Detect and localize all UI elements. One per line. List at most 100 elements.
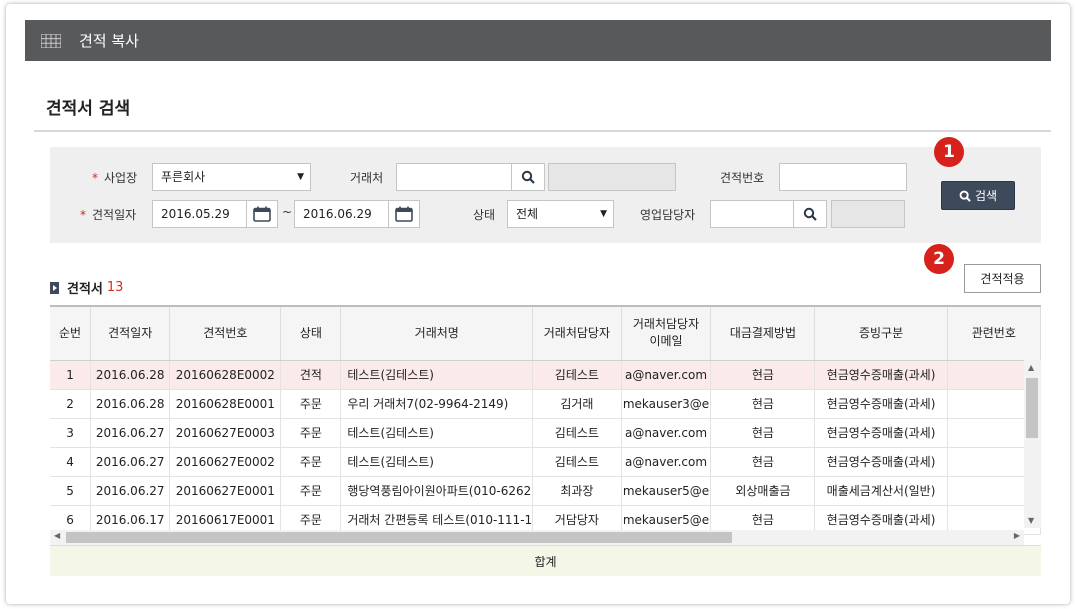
table-cell: 20160627E0002 <box>169 447 282 477</box>
table-cell: 2 <box>50 389 92 419</box>
required-marker: * <box>80 208 86 222</box>
sales-rep-label: 영업담당자 <box>640 208 696 222</box>
list-count: 13 <box>106 280 124 295</box>
table-cell: 견적 <box>280 360 342 390</box>
table-row[interactable]: 2 2016.06.28 20160628E0001 주문 우리 거래처7(02-996… <box>50 389 1041 419</box>
column-header[interactable]: 증빙구분 <box>814 307 948 361</box>
table-cell: 현금영수증매출(과세) <box>814 447 948 477</box>
table-cell: 1 <box>50 360 92 390</box>
table-cell: 2016.06.27 <box>90 418 171 448</box>
table-cell: 현금영수증매출(과세) <box>814 360 948 390</box>
calendar-icon <box>253 206 271 222</box>
table-cell: 테스트(김테스트) <box>340 418 534 448</box>
window-title: 견적 복사 <box>79 32 139 50</box>
date-from-calendar-button[interactable] <box>246 200 278 228</box>
column-header[interactable]: 견적번호 <box>169 307 282 361</box>
business-select[interactable]: 푸른회사 ▼ <box>152 163 311 191</box>
table-cell: 테스트(김테스트) <box>340 360 534 390</box>
estimate-table: 순번 견적일자 견적번호 상태 거래처명 거래처담당자 거래처담당자 이메일 대금결제방법 증빙… <box>50 307 1041 535</box>
grid-icon <box>41 33 61 48</box>
table-cell: 2016.06.28 <box>90 389 171 419</box>
table-cell: 5 <box>50 476 92 506</box>
search-panel <box>50 147 1041 243</box>
table-cell: 김테스트 <box>532 418 622 448</box>
table-cell: 주문 <box>280 447 342 477</box>
table-cell: 현금 <box>710 447 816 477</box>
list-title: 견적서 13 <box>50 278 123 297</box>
table-cell: 김거래 <box>532 389 622 419</box>
table-cell: 20160628E0001 <box>169 389 282 419</box>
calendar-icon <box>395 206 413 222</box>
column-header[interactable]: 상태 <box>280 307 342 361</box>
date-to-input[interactable]: 2016.06.29 <box>294 200 389 228</box>
column-header[interactable]: 관련번호 <box>947 307 1041 361</box>
table-cell: 20160628E0002 <box>169 360 282 390</box>
table-cell: 주문 <box>280 389 342 419</box>
table-cell: 2016.06.27 <box>90 447 171 477</box>
search-button[interactable]: 검색 <box>941 181 1015 210</box>
list-title-text: 견적서 <box>67 282 103 297</box>
table-cell: 테스트(김테스트) <box>340 447 534 477</box>
client-input[interactable] <box>396 163 512 191</box>
table-cell: 최과장 <box>532 476 622 506</box>
apply-estimate-button[interactable]: 견적적용 <box>964 264 1041 293</box>
column-header[interactable]: 순번 <box>50 307 92 361</box>
scroll-right-icon[interactable]: ▶ <box>1014 531 1020 540</box>
table-cell: 행당역풍림아이원아파트(010-6262 <box>340 476 534 506</box>
table-cell: a@naver.com <box>621 447 712 477</box>
table-cell: 20160627E0001 <box>169 476 282 506</box>
column-header[interactable]: 견적일자 <box>90 307 171 361</box>
date-to-calendar-button[interactable] <box>388 200 420 228</box>
summary-row: 합계 <box>50 545 1041 576</box>
scroll-down-icon[interactable]: ▼ <box>1028 516 1034 525</box>
scroll-up-icon[interactable]: ▲ <box>1028 363 1034 372</box>
client-search-button[interactable] <box>511 163 545 191</box>
horizontal-scrollbar[interactable]: ◀ ▶ <box>50 530 1024 545</box>
vertical-scroll-thumb[interactable] <box>1026 378 1038 438</box>
sales-rep-input[interactable] <box>710 200 794 228</box>
table-header-row: 순번 견적일자 견적번호 상태 거래처명 거래처담당자 거래처담당자 이메일 대금결제방법 증빙… <box>50 307 1041 361</box>
vertical-scrollbar[interactable]: ▲ ▼ <box>1024 360 1041 528</box>
business-label: * 사업장 <box>92 171 138 185</box>
sales-rep-search-button[interactable] <box>793 200 827 228</box>
table-row[interactable]: 3 2016.06.27 20160627E0003 주문 테스트(김테스트) 김테스트 a… <box>50 418 1041 448</box>
step-badge-1: 1 <box>934 137 964 167</box>
table-cell: 20160627E0003 <box>169 418 282 448</box>
table-cell: 2016.06.28 <box>90 360 171 390</box>
table-row[interactable]: 5 2016.06.27 20160627E0001 주문 행당역풍림아이원아파트(01… <box>50 476 1041 506</box>
column-header[interactable]: 거래처담당자 <box>532 307 622 361</box>
horizontal-scroll-thumb[interactable] <box>66 532 732 543</box>
search-icon <box>803 207 817 221</box>
status-select[interactable]: 전체 ▼ <box>507 200 614 228</box>
section-title: 견적서 검색 <box>46 99 131 119</box>
date-range-separator: ~ <box>282 205 293 219</box>
date-from-input[interactable]: 2016.05.29 <box>152 200 247 228</box>
client-label: 거래처 <box>350 171 384 185</box>
estimate-table-wrapper: 순번 견적일자 견적번호 상태 거래처명 거래처담당자 거래처담당자 이메일 대금결제방법 증빙… <box>50 305 1041 547</box>
table-cell: 우리 거래처7(02-9964-2149) <box>340 389 534 419</box>
required-marker: * <box>92 171 98 185</box>
table-cell: a@naver.com <box>621 418 712 448</box>
search-icon <box>959 190 971 202</box>
search-icon <box>521 170 535 184</box>
table-cell: 현금영수증매출(과세) <box>814 389 948 419</box>
sales-rep-name-display <box>831 200 905 228</box>
status-select-value: 전체 <box>516 207 539 221</box>
table-cell: 김테스트 <box>532 360 622 390</box>
table-cell: 김테스트 <box>532 447 622 477</box>
table-cell: 주문 <box>280 476 342 506</box>
dropdown-arrow-icon: ▼ <box>297 172 304 182</box>
estimate-no-input[interactable] <box>779 163 907 191</box>
status-label: 상태 <box>473 208 496 222</box>
column-header[interactable]: 대금결제방법 <box>710 307 816 361</box>
dropdown-arrow-icon: ▼ <box>600 209 607 219</box>
table-row[interactable]: 4 2016.06.27 20160627E0002 주문 테스트(김테스트) 김테스트 a… <box>50 447 1041 477</box>
table-cell: 2016.06.27 <box>90 476 171 506</box>
column-header[interactable]: 거래처명 <box>340 307 534 361</box>
table-cell: 4 <box>50 447 92 477</box>
client-name-display <box>548 163 676 191</box>
column-header[interactable]: 거래처담당자 이메일 <box>621 307 712 361</box>
table-cell: 3 <box>50 418 92 448</box>
scroll-left-icon[interactable]: ◀ <box>54 531 60 540</box>
table-row[interactable]: 1 2016.06.28 20160628E0002 견적 테스트(김테스트) 김테스트 a… <box>50 360 1041 390</box>
